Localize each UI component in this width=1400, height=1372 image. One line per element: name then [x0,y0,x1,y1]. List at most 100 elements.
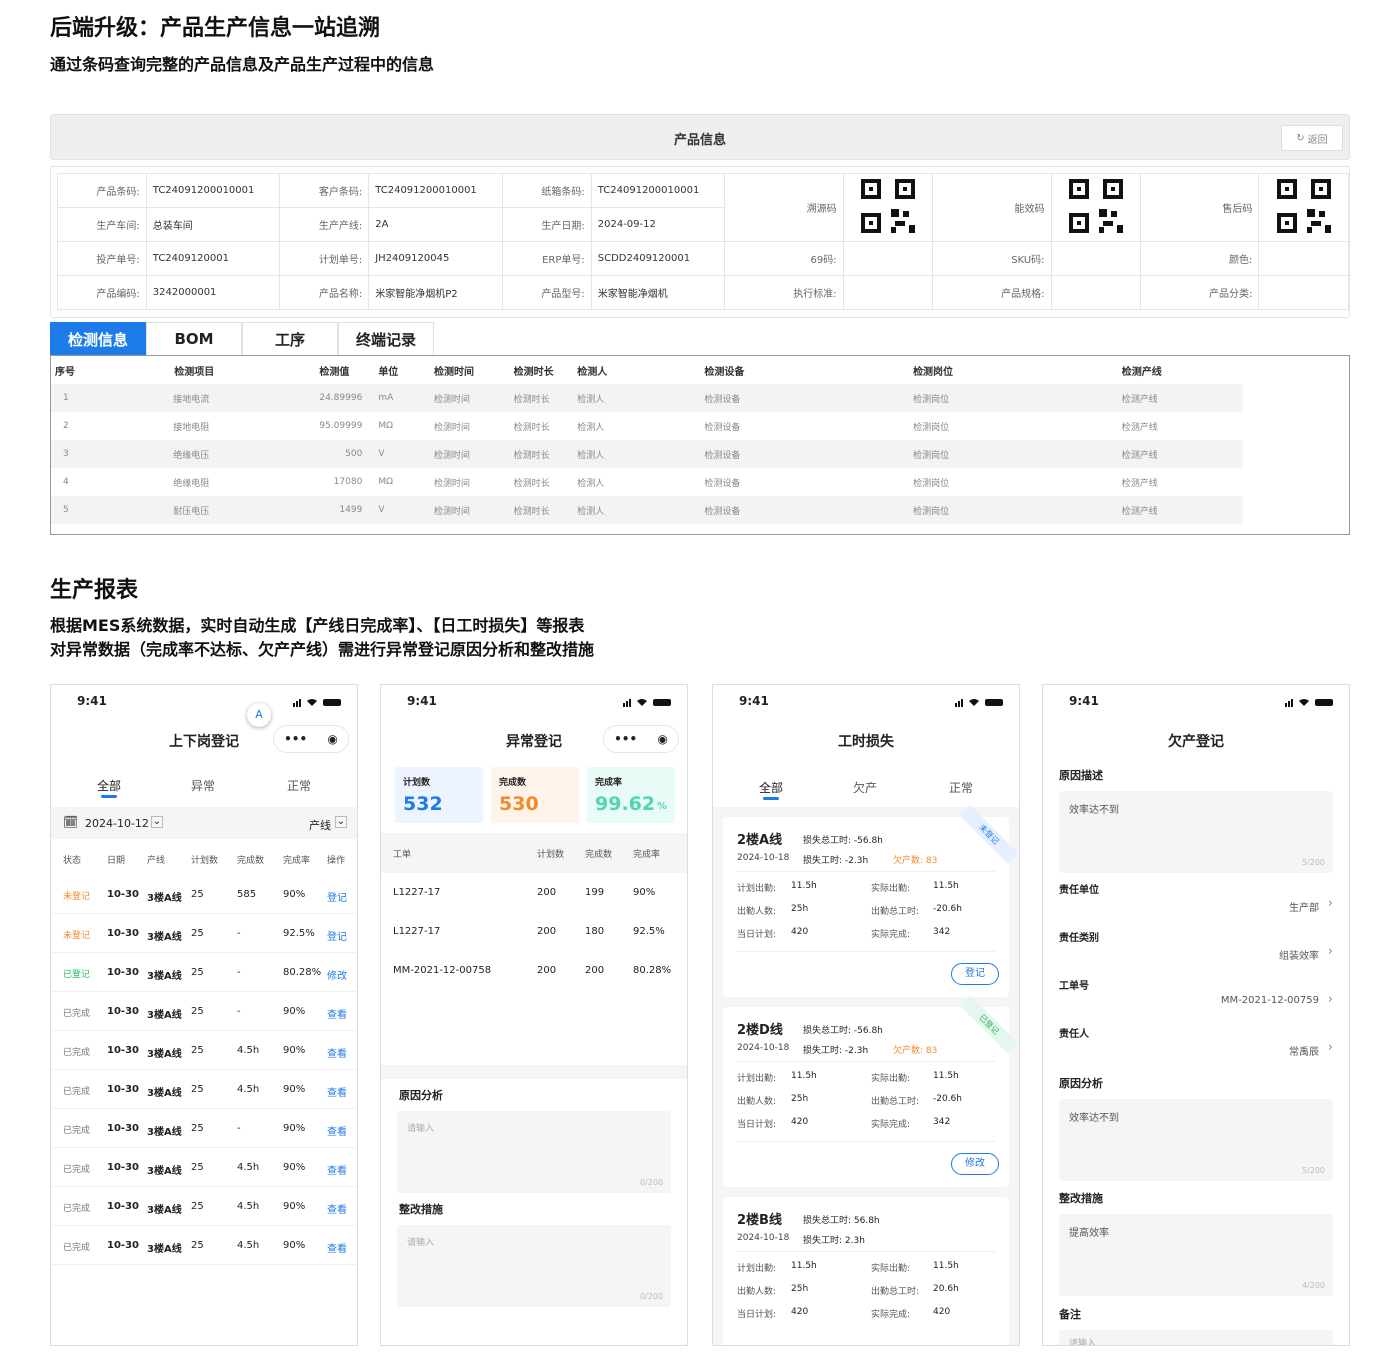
kv-key: 出勤人数: [737,1097,777,1107]
table-cell: 90% [283,1162,306,1173]
code-qr[interactable] [1050,173,1142,242]
table-cell: 25 [191,928,204,939]
note-placeholder: 请输入 [1069,1339,1097,1346]
field-value[interactable]: 组装效率 [1279,947,1319,962]
phone-work-hour-loss: 9:41 工时损失 全部欠产正常 产线 ⌄ 2楼A线损失总工时: -56.8h2… [712,684,1020,1346]
status-time: 9:41 [407,694,437,708]
action-link[interactable]: 查看 [327,1123,347,1138]
table-cell: 检测岗位 [909,440,1118,468]
code-qr[interactable] [1258,173,1349,242]
action-link[interactable]: 修改 [327,967,347,982]
tab-bom[interactable]: BOM [146,322,242,355]
action-link[interactable]: 查看 [327,1084,347,1099]
section2-line2: 对异常数据（完成率不达标、欠产产线）需进行异常登记原因分析和整改措施 [50,640,595,659]
translate-icon[interactable]: A [247,703,271,727]
table-header: 工单 计划数 完成数 完成率 [381,833,687,873]
tab-terminal[interactable]: 终端记录 [338,322,434,355]
cause-input[interactable]: 效率达不到 5/200 [1059,1099,1333,1181]
line-card[interactable]: 2楼D线 损失总工时: -56.8h 2024-10-18 损失工时: -2.3h 欠产… [723,995,1019,1187]
code-label: 售后码 [1140,173,1260,242]
register-button[interactable]: 登记 [951,963,999,985]
table-cell: L1227-17 [393,926,441,937]
field-value[interactable]: MM-2021-12-00759 [1221,995,1319,1006]
tab-underline [101,795,117,798]
tab-2[interactable]: 正常 [287,777,311,794]
table-cell: 检测时间 [430,440,510,468]
kv-value: 420 [933,1307,951,1317]
tab-test[interactable]: 检测信息 [50,322,146,355]
code-qr[interactable] [842,173,934,242]
tab-0[interactable]: 全部 [97,777,121,794]
kv-value: 11.5h [933,1071,959,1081]
cause-count: 5/200 [1301,1166,1325,1175]
table-row: 已完成 10-30 3楼A线 25 - 90% 查看 [51,1109,357,1148]
action-link[interactable]: 登记 [327,889,347,904]
chevron-right-icon[interactable]: › [1328,944,1333,959]
chevron-right-icon[interactable]: › [1328,1040,1333,1055]
measure-input[interactable]: 请输入 0/200 [397,1225,671,1307]
action-link[interactable]: 查看 [327,1240,347,1255]
table-row[interactable]: MM-2021-12-00758 200 200 80.28% [381,951,687,990]
tab-2[interactable]: 正常 [949,779,973,796]
action-link[interactable]: 查看 [327,1162,347,1177]
field-value[interactable]: 生产部 [1289,899,1319,914]
edit-button[interactable]: 修改 [951,1153,999,1175]
info-value: 3242000001 [145,275,281,310]
phone-abnormal-registration: 9:41 异常登记 ••• ◉ 计划数 532 完成数 530 完成率 99.62% 工单计… [380,684,688,1346]
date-filter[interactable]: 2024-10-12 [85,817,149,830]
line-card[interactable]: 2楼B线 损失总工时: 56.8h 2024-10-18 损失工时: 2.3h 计划出勤… [723,1197,1009,1345]
action-link[interactable]: 登记 [327,928,347,943]
table-cell: 4.5h [237,1162,260,1173]
info-key: 产品型号: [501,275,592,310]
more-icon[interactable]: ••• [614,732,637,746]
action-link[interactable]: 查看 [327,1045,347,1060]
note-input[interactable]: 请输入 [1059,1330,1333,1346]
divider [737,1061,995,1062]
cause-input[interactable]: 请输入 0/200 [397,1111,671,1193]
action-link[interactable]: 查看 [327,1006,347,1021]
table-cell: 3楼A线 [147,1166,182,1177]
close-circle-icon[interactable]: ◉ [657,732,667,746]
line-card[interactable]: 2楼A线 损失总工时: -56.8h 2024-10-18 损失工时: -2.3h 欠产… [723,805,1019,997]
field-value[interactable]: 常禹辰 [1289,1043,1319,1058]
kv-key: 当日计划: [737,930,777,940]
more-icon[interactable]: ••• [284,732,307,746]
kv-value: -20.6h [933,904,962,914]
table-cell: 检测时间 [434,478,471,489]
close-circle-icon[interactable]: ◉ [327,732,337,746]
tab-1[interactable]: 异常 [191,777,215,794]
measure-input[interactable]: 提高效率 4/200 [1059,1214,1333,1296]
refresh-icon: ↻ [1296,132,1305,144]
card-date: 2024-10-18 [737,1043,790,1053]
action-link[interactable]: 查看 [327,1201,347,1216]
table-row[interactable]: L1227-17 200 199 90% [381,873,687,912]
field-label: 责任类别 [1059,933,1099,944]
line-filter[interactable]: 产线 [309,817,331,833]
tab-1[interactable]: 欠产 [853,779,877,796]
table-cell: 200 [537,926,557,937]
table-row[interactable]: L1227-17 200 180 92.5% [381,912,687,951]
status-time: 9:41 [1069,694,1099,708]
info-key: 颜色: [1140,241,1260,276]
table-cell: 检测人 [577,422,605,433]
card-date: 2024-10-18 [737,1233,790,1243]
tab-process[interactable]: 工序 [242,322,338,355]
chevron-down-icon[interactable]: ⌄ [335,816,347,828]
back-button[interactable]: ↻ 返回 [1281,125,1343,151]
mini-capsule[interactable]: ••• ◉ [603,725,679,753]
table-cell: 检测产线 [1117,440,1243,468]
line-name: 2楼D线 [737,1023,783,1038]
desc-input[interactable]: 效率达不到 5/200 [1059,791,1333,873]
kv-value: 20.6h [933,1284,959,1294]
chevron-right-icon[interactable]: › [1328,896,1333,911]
table-row: 未登记 10-30 3楼A线 25 - 92.5% 登记 [51,914,357,953]
column-header: 检测项目 [174,366,215,378]
table-cell: 25 [191,1240,204,1251]
chevron-right-icon[interactable]: › [1328,992,1333,1007]
tab-0[interactable]: 全部 [759,779,783,796]
chevron-down-icon[interactable]: ⌄ [151,816,163,828]
table-cell: 92.5% [633,926,665,937]
table-cell: 检测时长 [509,384,574,412]
mini-capsule[interactable]: ••• ◉ [273,725,349,753]
table-cell: V [374,440,431,468]
